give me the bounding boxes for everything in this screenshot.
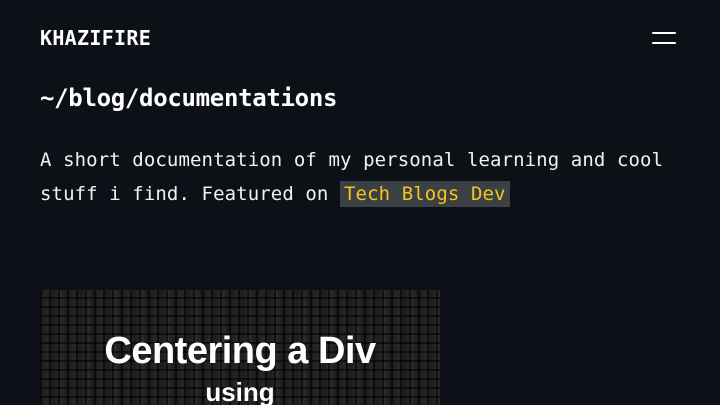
site-logo[interactable]: KHAZIFIRE xyxy=(40,26,151,50)
post-thumbnail-title: Centering a Div xyxy=(104,330,376,372)
page-title: ~/blog/documentations xyxy=(40,84,338,112)
menu-line-top xyxy=(652,32,676,34)
site-header: KHAZIFIRE xyxy=(40,24,676,52)
hamburger-menu-icon[interactable] xyxy=(652,29,676,47)
menu-line-bottom xyxy=(652,42,676,44)
post-thumbnail-card[interactable]: Centering a Div using xyxy=(40,290,440,405)
intro-paragraph: A short documentation of my personal lea… xyxy=(40,143,680,211)
post-thumbnail-subtitle: using xyxy=(205,377,275,405)
featured-link[interactable]: Tech Blogs Dev xyxy=(340,181,510,207)
